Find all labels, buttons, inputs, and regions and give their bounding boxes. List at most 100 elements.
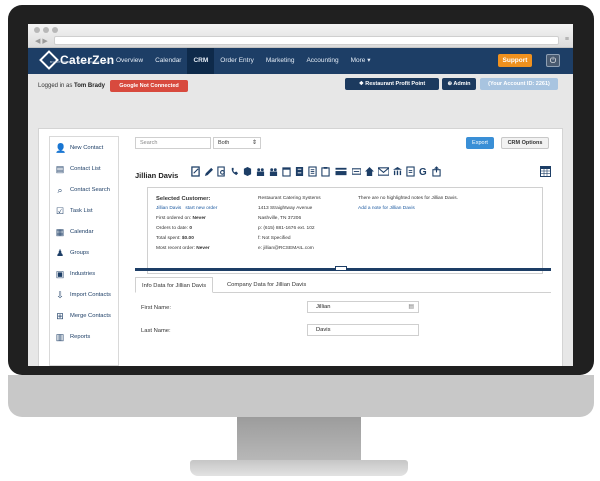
close-dot-icon[interactable] (34, 27, 40, 33)
calendar-sheet-icon[interactable] (282, 166, 291, 177)
first-name-label: First Name: (141, 305, 171, 311)
list-document-icon[interactable] (308, 166, 317, 177)
phone-icon[interactable] (230, 166, 239, 177)
nav-crm[interactable]: CRM (187, 48, 215, 74)
users-icon[interactable] (269, 166, 278, 177)
sidebar-item-contact-search[interactable]: ⌕ Contact Search (50, 179, 118, 200)
back-forward-icon[interactable]: ◀ ▶ (35, 37, 48, 45)
sidebar-item-import-contacts[interactable]: ⇩ Import Contacts (50, 284, 118, 305)
support-button[interactable]: Support (498, 54, 532, 67)
google-icon[interactable]: G (419, 166, 428, 177)
spent-label: Total spent: (156, 236, 181, 241)
details-collapse-bar[interactable] (135, 266, 551, 271)
logged-in-prefix: Logged in as (38, 83, 73, 89)
sidebar-item-label: Industries (70, 270, 96, 277)
nav-marketing[interactable]: Marketing (260, 48, 301, 74)
svg-text:G: G (419, 167, 427, 177)
document-icon[interactable] (406, 166, 415, 177)
first-ordered-value: Never (192, 216, 206, 221)
last-name-field[interactable]: Davis (307, 324, 419, 336)
recent-order-row: Most recent order: Never (156, 246, 217, 256)
recent-order-value: Never (196, 246, 210, 251)
document-search-icon[interactable] (217, 166, 226, 177)
filter-select[interactable]: Both ⇕ (213, 137, 261, 149)
sidebar-item-label: Merge Contacts (70, 312, 111, 319)
contact-toolbar: G (191, 166, 441, 177)
screen: ◀ ▶ ≡ CaterZen BY AUTHOR/DATA STANDARD S… (28, 24, 573, 366)
industries-icon: ▣ (55, 268, 65, 279)
orders-value: 0 (189, 226, 193, 231)
address-bar[interactable] (54, 36, 559, 45)
nav-calendar[interactable]: Calendar (149, 48, 187, 74)
share-icon[interactable] (432, 166, 441, 177)
minimize-dot-icon[interactable] (43, 27, 49, 33)
monitor-stand-neck (237, 417, 361, 461)
monitor-stand-foot (190, 460, 408, 476)
reports-icon: ▥ (55, 331, 65, 342)
home-icon[interactable] (365, 166, 374, 177)
main-nav: Overview Calendar CRM Order Entry Market… (110, 48, 377, 74)
sidebar-item-groups[interactable]: ♟ Groups (50, 242, 118, 263)
search-input[interactable]: Search (135, 137, 211, 149)
mail-icon[interactable] (378, 166, 389, 177)
collapse-handle-icon[interactable] (335, 266, 347, 271)
keyboard-icon[interactable] (352, 166, 361, 177)
phone-number: p: (615) 881-1676 ext. 102 (258, 226, 315, 231)
first-name-field[interactable]: Jillian ▤ (307, 301, 419, 313)
admin-label: Admin (453, 81, 471, 87)
orders-row: Orders to date: 0 (156, 226, 217, 236)
calendar-grid-icon[interactable] (540, 166, 551, 177)
last-name-label: Last Name: (141, 328, 171, 334)
admin-button[interactable]: ⊕ Admin (442, 78, 476, 90)
export-button[interactable]: Export (466, 137, 494, 149)
people-icon[interactable] (256, 166, 265, 177)
customer-name-link[interactable]: Jillian Davis (156, 206, 181, 211)
clipboard-icon[interactable] (321, 166, 330, 177)
sidebar-item-new-contact[interactable]: 👤 New Contact (50, 137, 118, 158)
sidebar-item-task-list[interactable]: ☑ Task List (50, 200, 118, 221)
archive-icon[interactable] (295, 166, 304, 177)
edit-note-icon[interactable] (191, 166, 200, 177)
power-icon[interactable]: ⏻ (546, 54, 560, 67)
sidebar-item-industries[interactable]: ▣ Industries (50, 263, 118, 284)
browser-menu-icon[interactable]: ≡ (565, 36, 569, 43)
nav-order-entry[interactable]: Order Entry (214, 48, 260, 74)
first-name-value: Jillian (316, 304, 331, 310)
account-id-button[interactable]: (Your Account ID: 2261) (480, 78, 558, 90)
nav-accounting[interactable]: Accounting (300, 48, 344, 74)
tab-company-data[interactable]: Company Data for Jillian Davis (221, 277, 312, 293)
add-note-link[interactable]: Add a note for Jillian Davis (358, 206, 458, 216)
spent-row: Total spent: $0.00 (156, 236, 217, 246)
sidebar-item-calendar[interactable]: ▦ Calendar (50, 221, 118, 242)
contact-title: Jillian Davis (135, 171, 179, 180)
maximize-dot-icon[interactable] (52, 27, 58, 33)
sidebar-item-reports[interactable]: ▥ Reports (50, 326, 118, 347)
app-navbar: CaterZen BY AUTHOR/DATA STANDARD SOFTWAR… (28, 48, 573, 74)
sidebar-item-label: Calendar (70, 228, 94, 235)
customer-details-box: Selected Customer: Jillian Davis start n… (147, 187, 543, 274)
sidebar-item-label: Task List (70, 207, 93, 214)
bank-icon[interactable] (393, 166, 402, 177)
filter-select-value: Both (218, 140, 230, 146)
start-new-order-link[interactable]: start new order (185, 206, 217, 211)
sidebar-item-label: Groups (70, 249, 90, 256)
logo-tagline: BY AUTHOR/DATA STANDARD SOFTWARE (50, 60, 111, 64)
tab-info-data[interactable]: Info Data for Jillian Davis (135, 277, 214, 293)
package-icon[interactable] (243, 166, 252, 177)
calendar-icon: ▦ (55, 226, 65, 237)
nav-overview[interactable]: Overview (110, 48, 149, 74)
nav-more[interactable]: More ▾ (345, 48, 377, 74)
new-contact-icon: 👤 (55, 142, 67, 153)
crm-options-button[interactable]: CRM Options (501, 137, 549, 149)
recent-order-label: Most recent order: (156, 246, 195, 251)
credit-card-icon[interactable] (334, 166, 348, 177)
sidebar-item-merge-contacts[interactable]: ⊞ Merge Contacts (50, 305, 118, 326)
restaurant-profit-point-button[interactable]: ❖ Restaurant Profit Point (345, 78, 439, 90)
google-not-connected-badge[interactable]: Google Not Connected (110, 80, 188, 92)
sidebar-item-label: Contact Search (70, 186, 110, 193)
restaurant-profit-point-label: Restaurant Profit Point (365, 81, 426, 87)
customer-name-row: Jillian Davis start new order (156, 206, 217, 216)
edit-pencil-icon[interactable] (204, 166, 213, 177)
crm-panel: 👤 New Contact ▤ Contact List ⌕ Contact S… (38, 128, 563, 366)
sidebar-item-contact-list[interactable]: ▤ Contact List (50, 158, 118, 179)
